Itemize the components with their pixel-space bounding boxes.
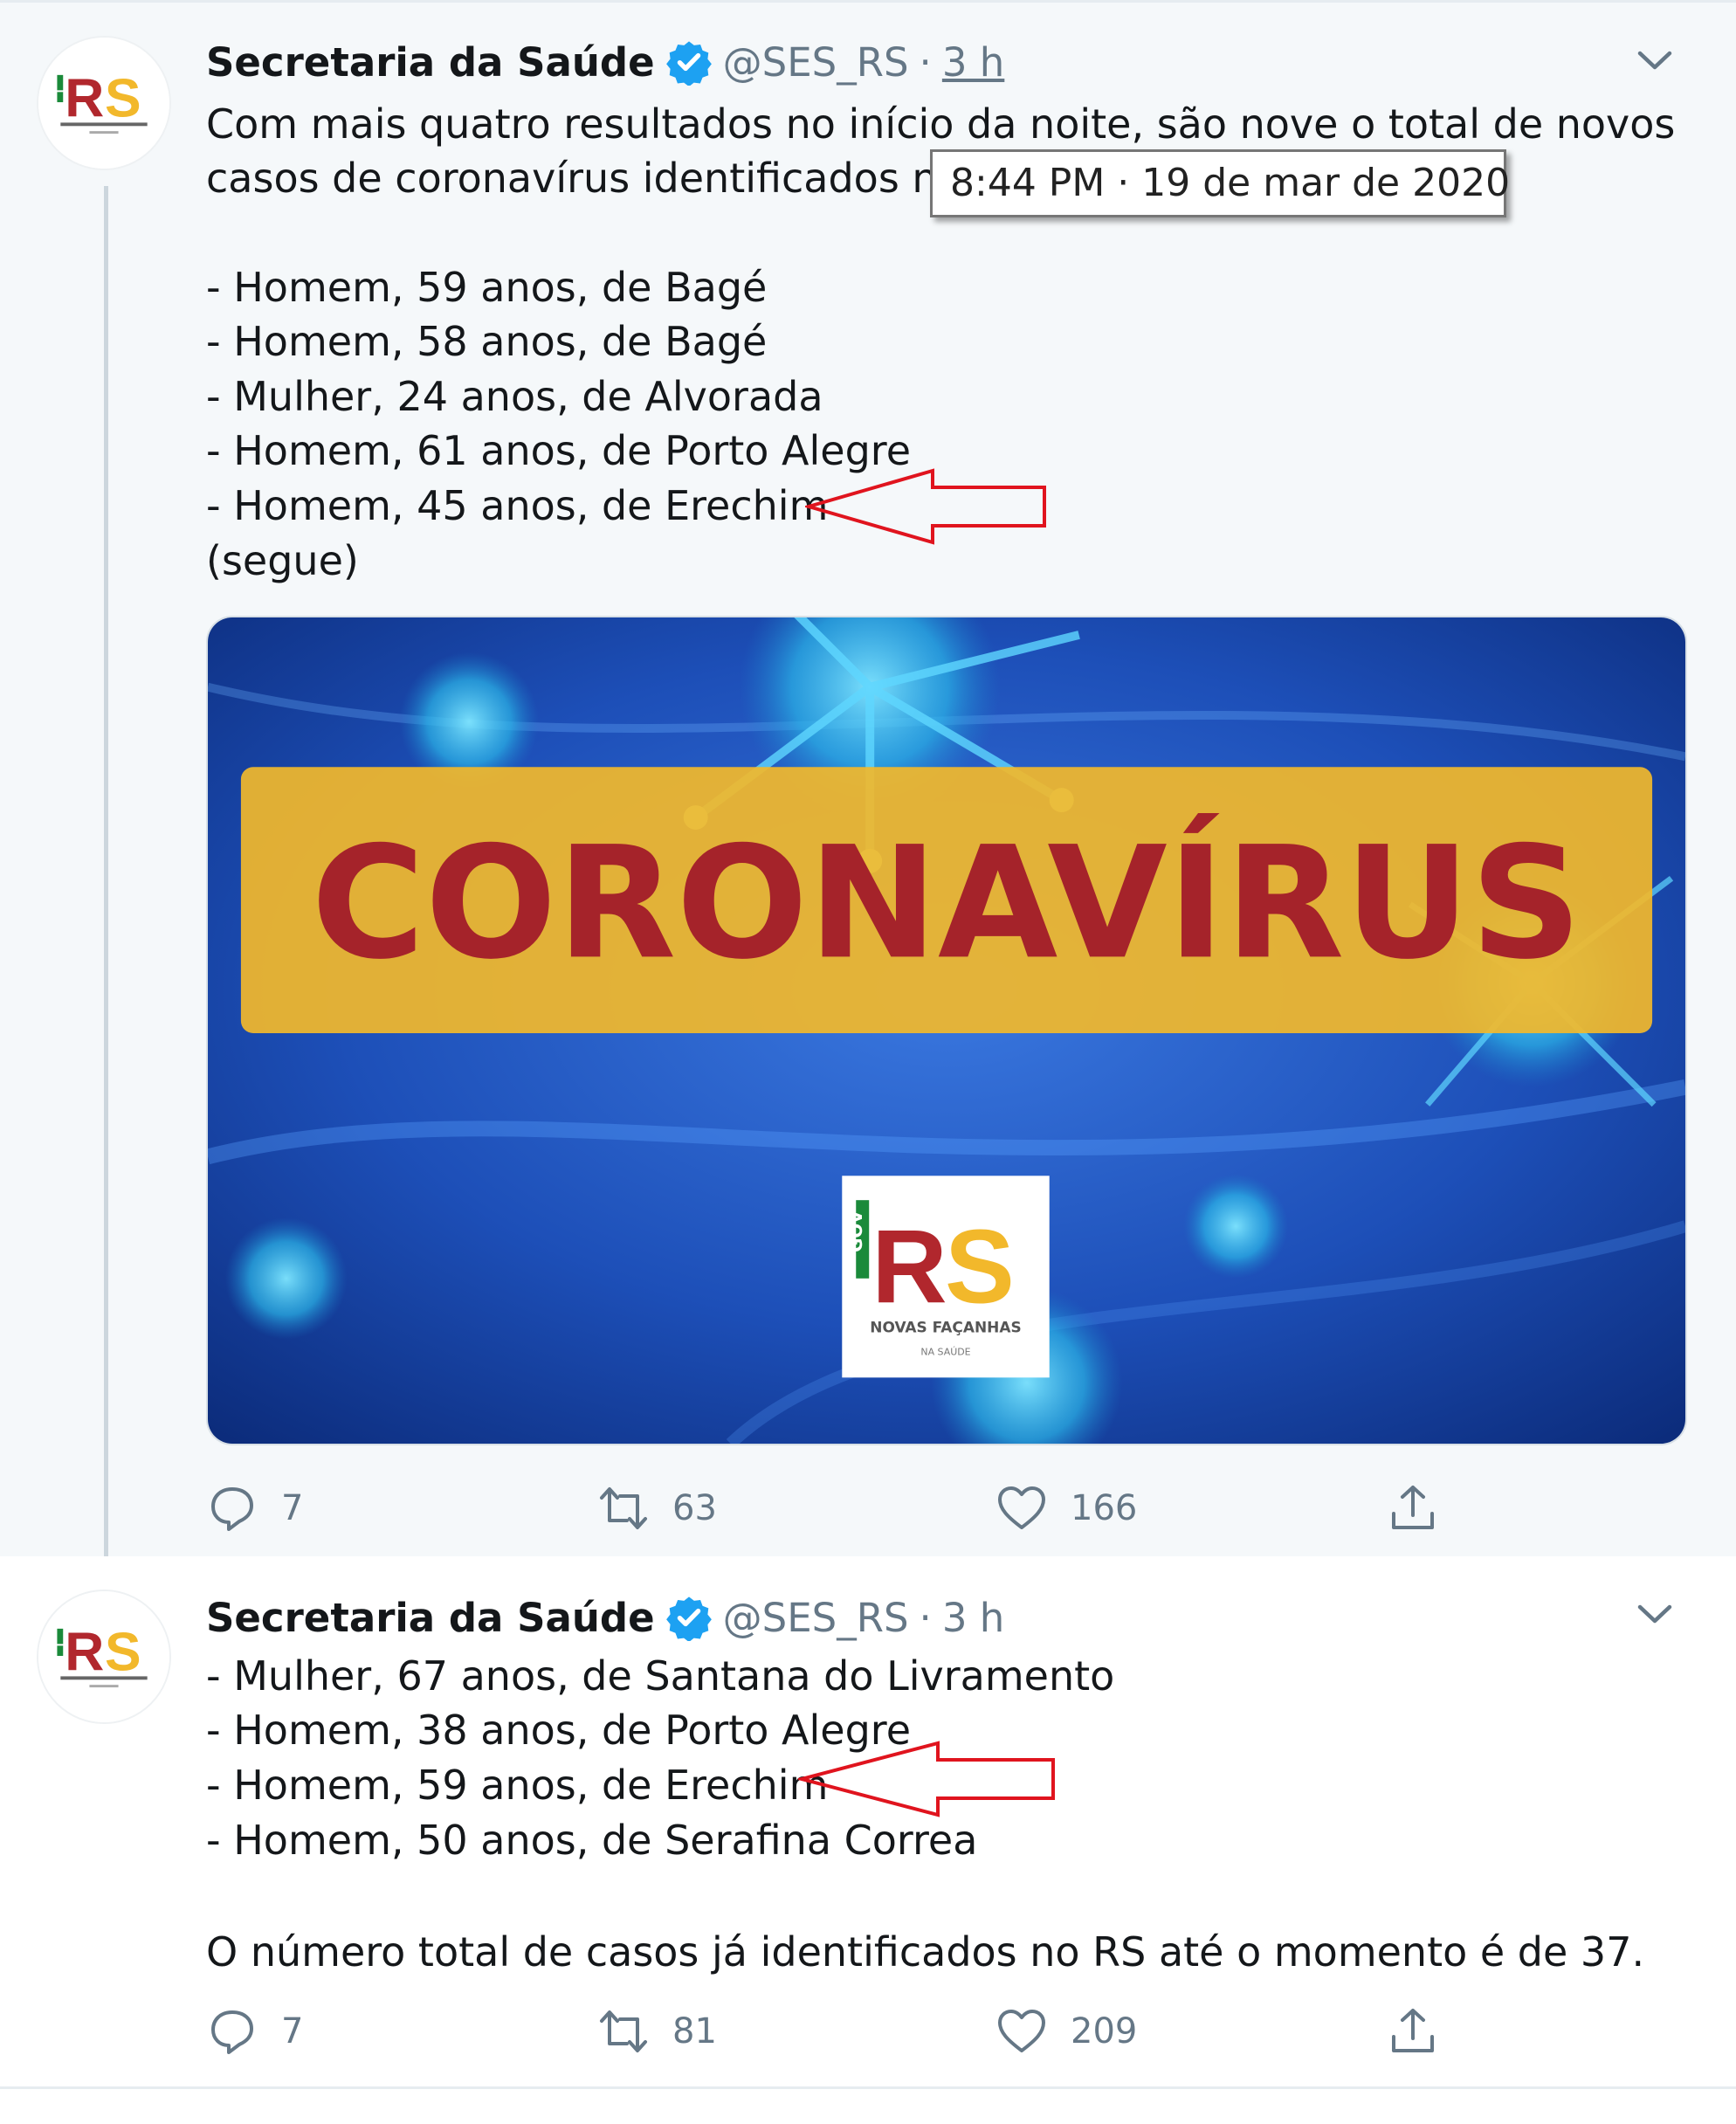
tweet-text-line: (segue) [206,537,359,584]
verified-badge-icon [665,1594,713,1641]
timestamp-link[interactable]: 3 h [942,39,1004,86]
retweet-count: 63 [672,1488,717,1528]
avatar[interactable]: R S [37,1590,171,1724]
avatar[interactable]: R S [37,36,171,170]
tweet-header: Secretaria da Saúde @SES_RS · 3 h [206,1591,1004,1644]
tweet-media-image[interactable]: CORONAVÍRUS GOV R S NOVAS FAÇANHAS NA SA… [206,616,1687,1445]
retweet-button[interactable]: 63 [597,1482,717,1534]
like-button[interactable]: 166 [995,1482,1137,1534]
reply-count: 7 [281,1488,304,1528]
verified-badge-icon [665,38,713,86]
svg-text:R: R [65,1623,104,1683]
retweet-button[interactable]: 81 [597,2005,717,2058]
handle[interactable]: @SES_RS [723,39,909,86]
tweet-text-line: casos de coronavírus identificados no [206,155,962,202]
tweet[interactable]: R S Secretaria da Saúde @SES_RS · 3 h - … [0,1556,1736,2089]
separator-dot: · [919,38,932,86]
gov-rs-logo: GOV R S NOVAS FAÇANHAS NA SAÚDE [842,1176,1050,1378]
tweet[interactable]: R S Secretaria da Saúde @SES_RS · 3 h Co… [0,0,1736,1583]
timestamp-link[interactable]: 3 h [942,1595,1004,1641]
share-icon [1387,1482,1439,1534]
svg-text:S: S [105,1623,141,1683]
svg-text:S: S [105,69,141,129]
tweet-text-line: - Homem, 50 anos, de Serafina Correa [206,1817,978,1864]
tweet-header: Secretaria da Saúde @SES_RS · 3 h [206,36,1004,88]
annotation-arrow [805,467,1050,546]
handle[interactable]: @SES_RS [723,1595,909,1641]
share-button[interactable] [1387,2005,1439,2058]
svg-text:NA SAÚDE: NA SAÚDE [920,1346,970,1357]
svg-text:R: R [65,69,104,129]
chevron-down-icon[interactable] [1633,1596,1677,1631]
chevron-down-icon[interactable] [1633,43,1677,78]
reply-icon [206,1482,258,1534]
svg-text:R: R [871,1210,947,1326]
tweet-text-line: - Homem, 58 anos, de Bagé [206,318,768,365]
retweet-count: 81 [672,2011,717,2052]
coronavirus-banner-text: CORONAVÍRUS [311,813,1581,994]
display-name[interactable]: Secretaria da Saúde [206,1595,655,1641]
svg-text:S: S [945,1210,1015,1326]
reply-count: 7 [281,2011,304,2052]
annotation-arrow [798,1740,1060,1818]
separator-dot: · [919,1594,932,1641]
tweet-text-line: - Homem, 45 anos, de Erechim [206,482,829,529]
display-name[interactable]: Secretaria da Saúde [206,39,655,86]
share-icon [1387,2005,1439,2058]
reply-icon [206,2005,258,2058]
tweet-text-line: Com mais quatro resultados no início da … [206,100,1676,148]
like-count: 166 [1071,1488,1138,1528]
tweet-text-line: O número total de casos já identificados… [206,1928,1645,1976]
timestamp-tooltip: 8:44 PM · 19 de mar de 2020 [930,149,1510,217]
retweet-icon [597,1482,650,1534]
like-count: 209 [1071,2011,1138,2052]
tweet-text-line: - Homem, 59 anos, de Erechim [206,1762,829,1809]
retweet-icon [597,2005,650,2058]
svg-text:NOVAS FAÇANHAS: NOVAS FAÇANHAS [870,1319,1021,1336]
reply-button[interactable]: 7 [206,1482,303,1534]
heart-icon [995,1482,1048,1534]
like-button[interactable]: 209 [995,2005,1137,2058]
tweet-text-line: - Homem, 59 anos, de Bagé [206,264,768,311]
tweet-text-line: - Mulher, 24 anos, de Alvorada [206,373,823,420]
heart-icon [995,2005,1048,2058]
share-button[interactable] [1387,1482,1439,1534]
reply-button[interactable]: 7 [206,2005,303,2058]
tweet-text-line: - Mulher, 67 anos, de Santana do Livrame… [206,1652,1115,1700]
thread-connector-line [104,186,108,1583]
svg-text:GOV: GOV [846,1210,866,1252]
